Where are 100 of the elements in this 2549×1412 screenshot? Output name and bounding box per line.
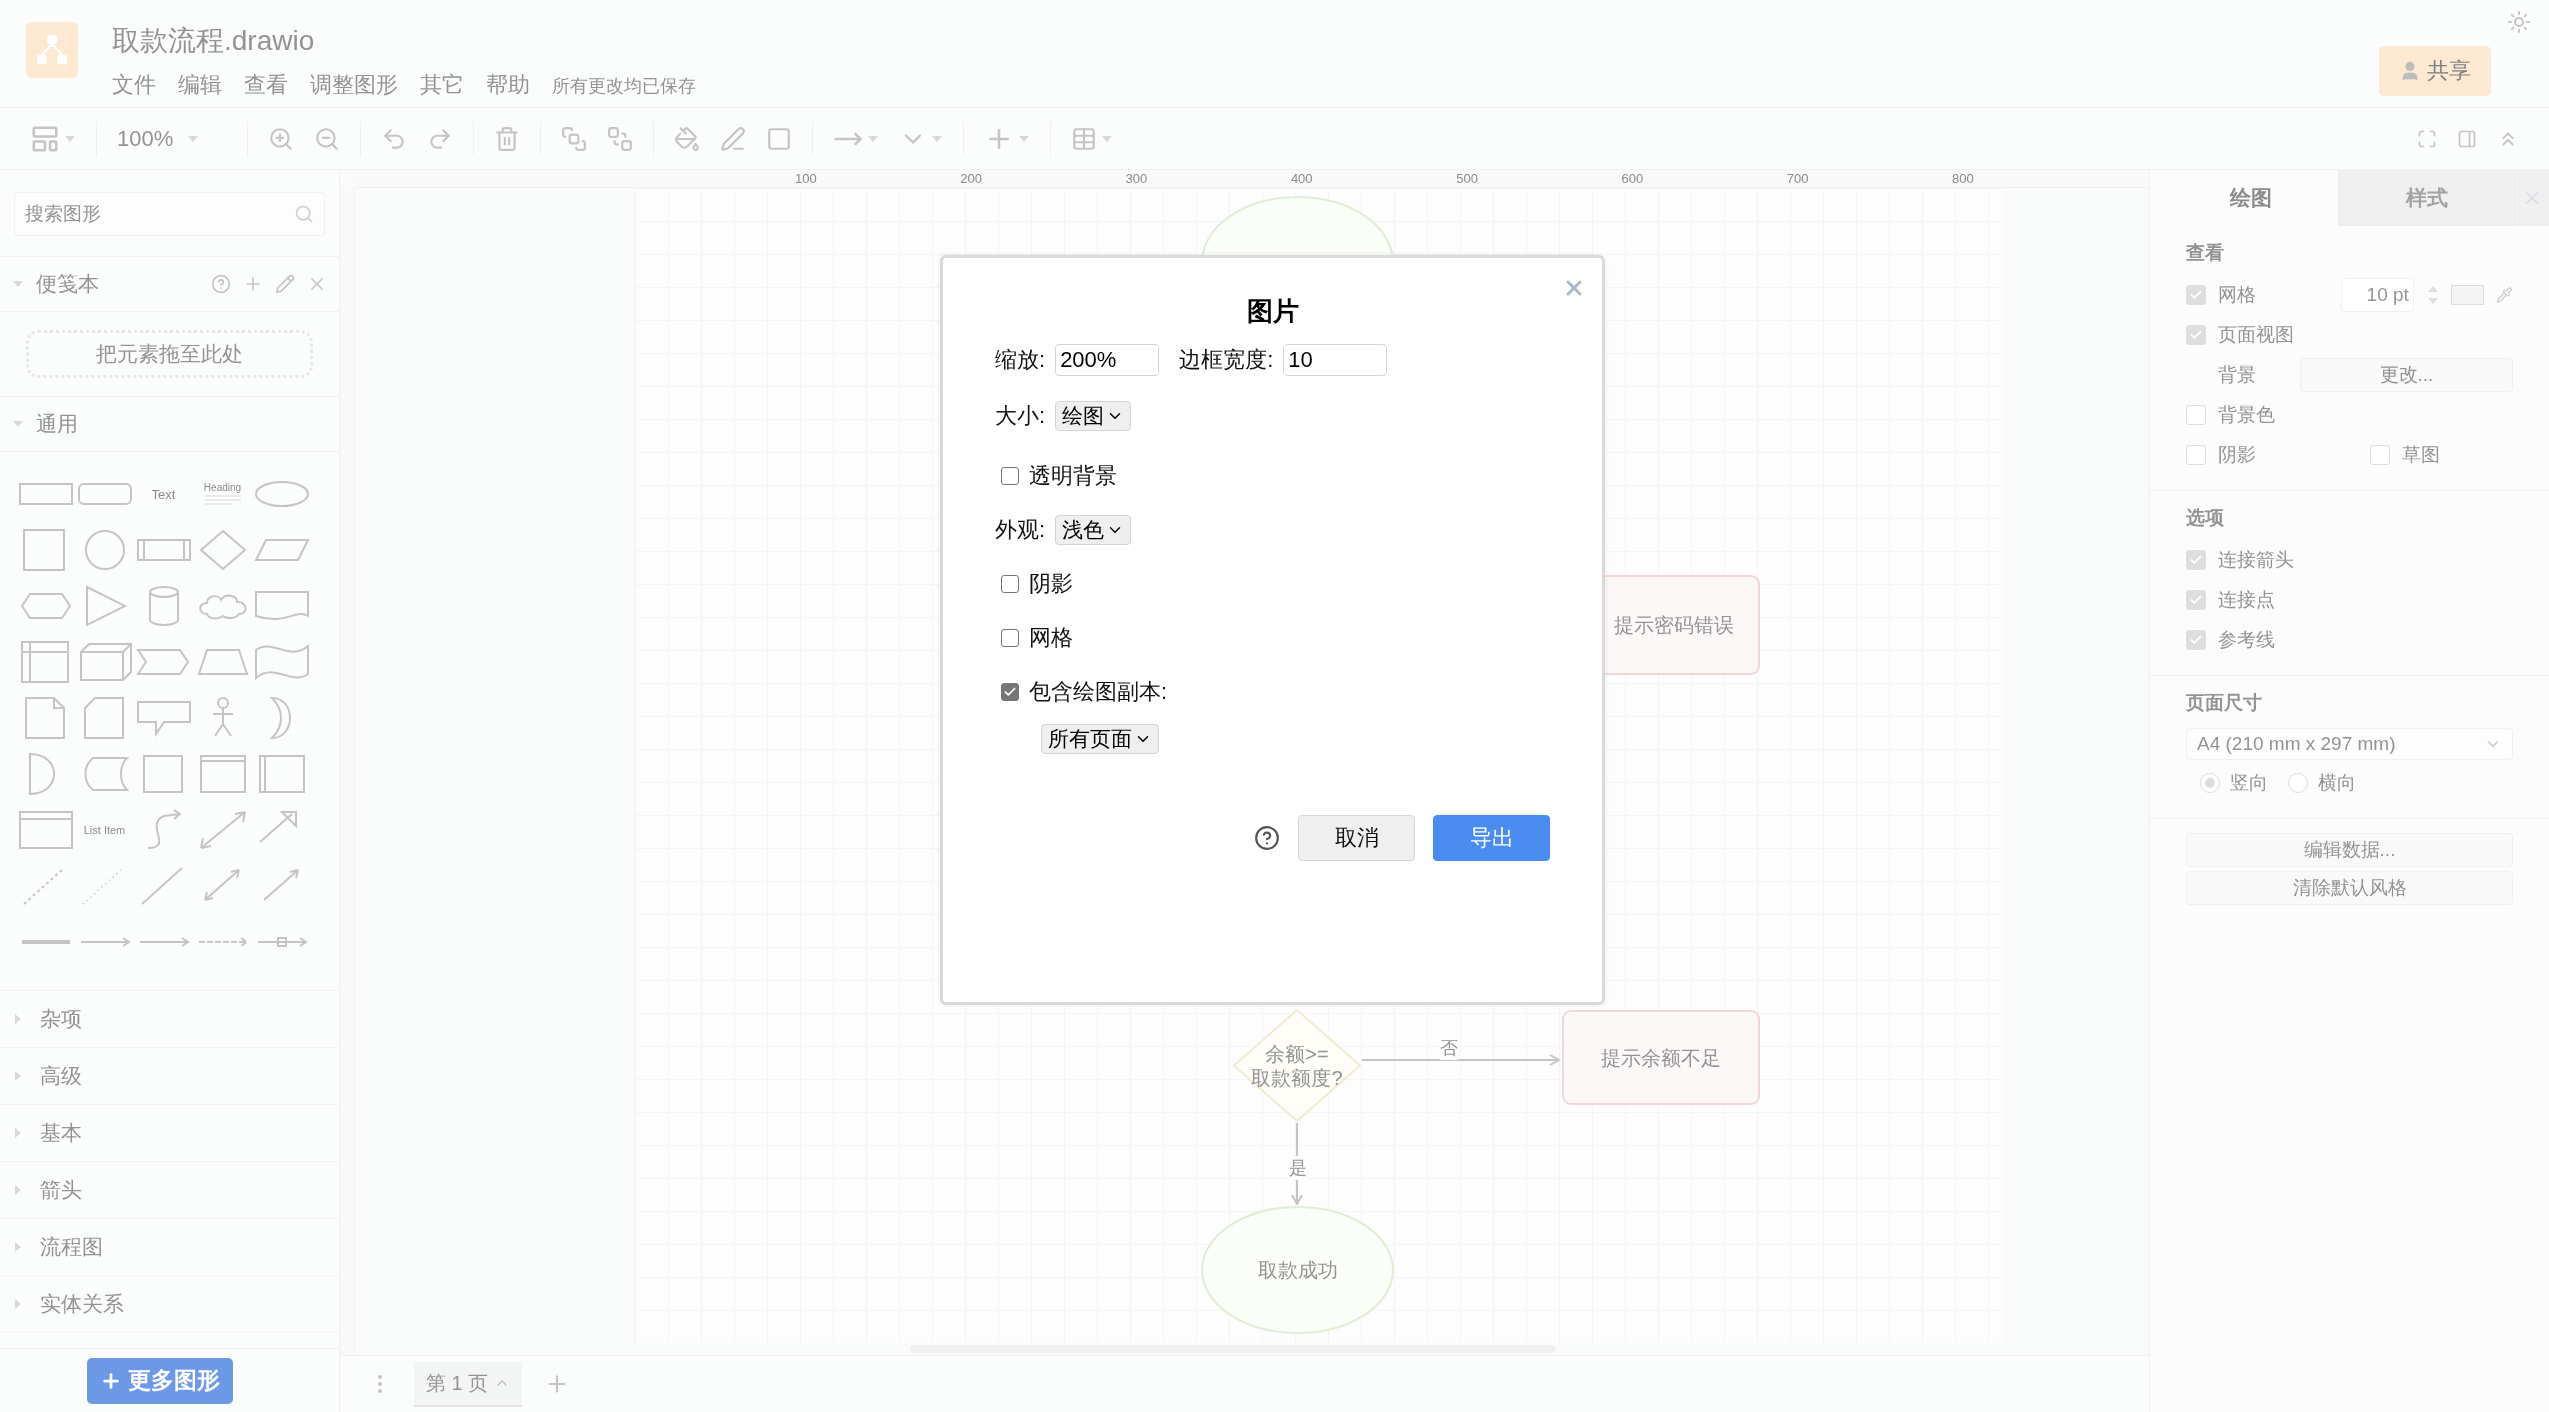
checkbox-label: 背景色: [2218, 403, 2275, 427]
shadow-checkbox[interactable]: [1001, 575, 1019, 593]
field-label: 大小:: [995, 402, 1046, 430]
search-field[interactable]: 搜索图形: [14, 192, 325, 236]
panel-tab[interactable]: 样式: [2339, 170, 2515, 226]
field-label: 缩放:: [995, 346, 1046, 374]
grid-checkbox[interactable]: [1001, 629, 1019, 647]
menu-item[interactable]: 文件: [112, 70, 156, 100]
menu-item[interactable]: 帮助: [486, 70, 530, 100]
sketch-checkbox[interactable]: [2370, 445, 2390, 465]
ruler-number: 400: [1290, 171, 1313, 186]
section-title[interactable]: 便笺本: [36, 270, 199, 298]
check-icon: [2189, 593, 2203, 607]
field-label: 外观:: [995, 516, 1046, 544]
app-logo: [26, 22, 78, 78]
eyedropper-icon[interactable]: [2496, 286, 2513, 304]
appearance-dropdown[interactable]: 浅色: [1055, 515, 1132, 545]
share-button[interactable]: 共享: [2379, 46, 2491, 96]
checkbox-label: 连接点: [2218, 588, 2275, 612]
table-icon[interactable]: [1071, 125, 1097, 152]
fullscreen-icon[interactable]: [2417, 128, 2437, 149]
change-button[interactable]: 更改...: [2299, 358, 2513, 392]
node-label: 提示余额不足: [1601, 1045, 1721, 1070]
radio-label: 横向: [2318, 771, 2356, 795]
orientation-radio[interactable]: [2288, 773, 2308, 793]
size-dropdown[interactable]: 绘图: [1055, 401, 1132, 431]
category-label[interactable]: 杂项: [40, 1005, 82, 1033]
check-icon: [2189, 633, 2203, 647]
search-icon: [294, 204, 314, 224]
to-front-icon[interactable]: [561, 125, 587, 152]
transparent-background-checkbox[interactable]: [1001, 467, 1019, 485]
include-copy-checkbox[interactable]: [1001, 683, 1019, 701]
option-checkbox[interactable]: [2186, 590, 2206, 610]
help-icon[interactable]: [1254, 825, 1280, 851]
category-label[interactable]: 实体关系: [40, 1290, 124, 1318]
cancel-button[interactable]: 取消: [1298, 815, 1415, 861]
document-title[interactable]: 取款流程.drawio: [112, 22, 2345, 60]
checkbox-label: 草图: [2402, 443, 2440, 467]
ruler-number: 800: [1952, 171, 1974, 186]
drop-area: 把元素拖至此处: [26, 330, 313, 378]
dialog-title: 图片: [1245, 295, 1300, 328]
category-label[interactable]: 高级: [40, 1062, 82, 1090]
option-checkbox[interactable]: [2186, 550, 2206, 570]
shadow-icon[interactable]: [766, 125, 792, 152]
more-shapes-button[interactable]: 更多图形: [86, 1357, 233, 1404]
edit-icon[interactable]: [275, 274, 295, 294]
edge-label: 是: [1289, 1156, 1307, 1180]
node-label: 提示密码错误: [1614, 613, 1734, 637]
field-label: 边框宽度:: [1179, 346, 1274, 374]
menu-item[interactable]: 其它: [420, 70, 464, 100]
check-icon: [2189, 288, 2203, 302]
ruler-number: 200: [960, 171, 982, 186]
panel-icon[interactable]: [2457, 128, 2477, 149]
color-swatch[interactable]: [2450, 285, 2485, 305]
check-icon: [2189, 553, 2203, 567]
checkbox-label: 阴影: [2218, 443, 2257, 467]
checkbox-label: 网格: [1029, 624, 1073, 652]
checkbox-label: 透明背景: [1029, 462, 1117, 490]
ruler-number: 600: [1621, 171, 1644, 186]
check-icon: [2189, 328, 2203, 342]
zoom-dropdown[interactable]: 100%: [117, 125, 227, 152]
category-label[interactable]: 基本: [40, 1119, 82, 1147]
ruler-number: 300: [1125, 171, 1148, 186]
to-back-icon[interactable]: [607, 125, 633, 152]
pages-dropdown[interactable]: 所有页面: [1041, 724, 1159, 754]
zoom-field[interactable]: 200%: [1055, 344, 1160, 376]
zoom-in-icon[interactable]: [268, 125, 294, 152]
border-width-field[interactable]: 10: [1283, 344, 1388, 376]
export-button[interactable]: 导出: [1433, 815, 1550, 861]
save-status: 所有更改均已保存: [552, 75, 696, 98]
line-color-icon[interactable]: [720, 125, 746, 152]
grid-size-field[interactable]: 10 pt: [2341, 278, 2414, 312]
checkbox-label: 阴影: [1029, 570, 1073, 598]
category-label[interactable]: 箭头: [40, 1176, 82, 1204]
option-checkbox[interactable]: [2186, 630, 2206, 650]
section-title: 页面尺寸: [2186, 691, 2263, 715]
page-view-checkbox[interactable]: [2186, 325, 2206, 345]
delete-icon[interactable]: [494, 125, 520, 152]
background-color-checkbox[interactable]: [2186, 405, 2206, 425]
fill-color-icon[interactable]: [674, 125, 700, 152]
zoom-out-icon[interactable]: [314, 125, 340, 152]
section-title: 选项: [2186, 506, 2225, 530]
panel-button[interactable]: 清除默认风格: [2186, 871, 2513, 905]
panel-button[interactable]: 编辑数据...: [2186, 833, 2513, 867]
palette-text[interactable]: Text: [151, 486, 176, 502]
section-title[interactable]: 通用: [36, 410, 327, 438]
checkbox-label: 包含绘图副本:: [1029, 678, 1168, 706]
palette-text[interactable]: Heading: [203, 481, 242, 493]
menu-item[interactable]: 编辑: [178, 70, 222, 100]
node-label: 取款成功: [1257, 1258, 1338, 1282]
page-tab[interactable]: 第 1 页: [414, 1361, 523, 1407]
orientation-radio[interactable]: [2200, 773, 2220, 793]
page-size-dropdown[interactable]: A4 (210 mm x 297 mm): [2186, 728, 2513, 760]
checkbox-label: 参考线: [2218, 628, 2275, 652]
category-label[interactable]: 流程图: [40, 1233, 103, 1261]
menu-item[interactable]: 调整图形: [310, 70, 398, 100]
menu-item[interactable]: 查看: [244, 70, 288, 100]
radio-label: 竖向: [2230, 771, 2268, 795]
palette-text[interactable]: List Item: [83, 824, 126, 836]
sun-icon[interactable]: [2507, 10, 2531, 34]
